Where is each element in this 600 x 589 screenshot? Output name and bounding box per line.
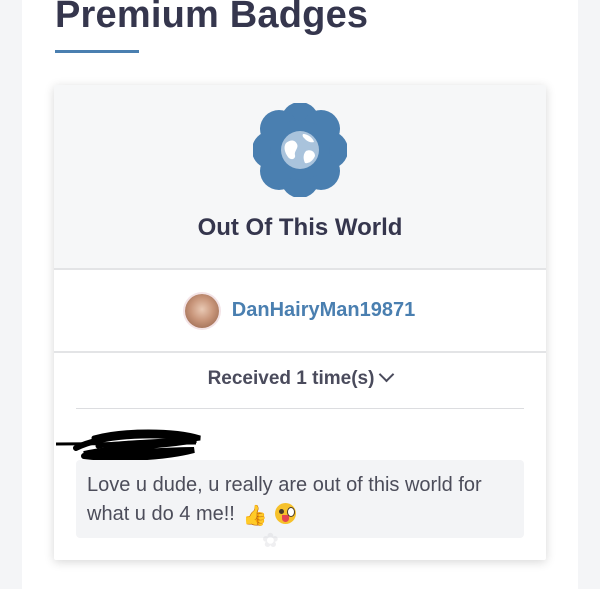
page-panel: Premium Badges Out Of This World DanHair… [22,0,578,589]
divider [76,408,524,409]
badge-owner-row[interactable]: DanHairyMan19871 [54,270,546,353]
avatar[interactable] [184,293,219,328]
badge-card-header: Out Of This World [54,85,546,270]
badge-name: Out Of This World [197,214,403,241]
thumbs-up-icon: 👍 [242,503,268,527]
owner-username-link[interactable]: DanHairyMan19871 [232,299,415,322]
badge-card: Out Of This World DanHairyMan19871 Recei… [54,85,546,560]
winking-tongue-face-icon [274,503,296,524]
title-underline [55,50,139,53]
received-count-toggle[interactable]: Received 1 time(s) [54,366,546,390]
section-title: Premium Badges [55,0,369,36]
received-count-label: Received 1 time(s) [207,368,375,389]
watermark: ✿ [262,530,281,552]
globe-flower-icon [253,103,347,197]
message-bubble: Love u dude, u really are out of this wo… [76,460,524,538]
chevron-down-icon [379,366,395,383]
message-text-block: Love u dude, u really are out of this wo… [87,471,507,529]
